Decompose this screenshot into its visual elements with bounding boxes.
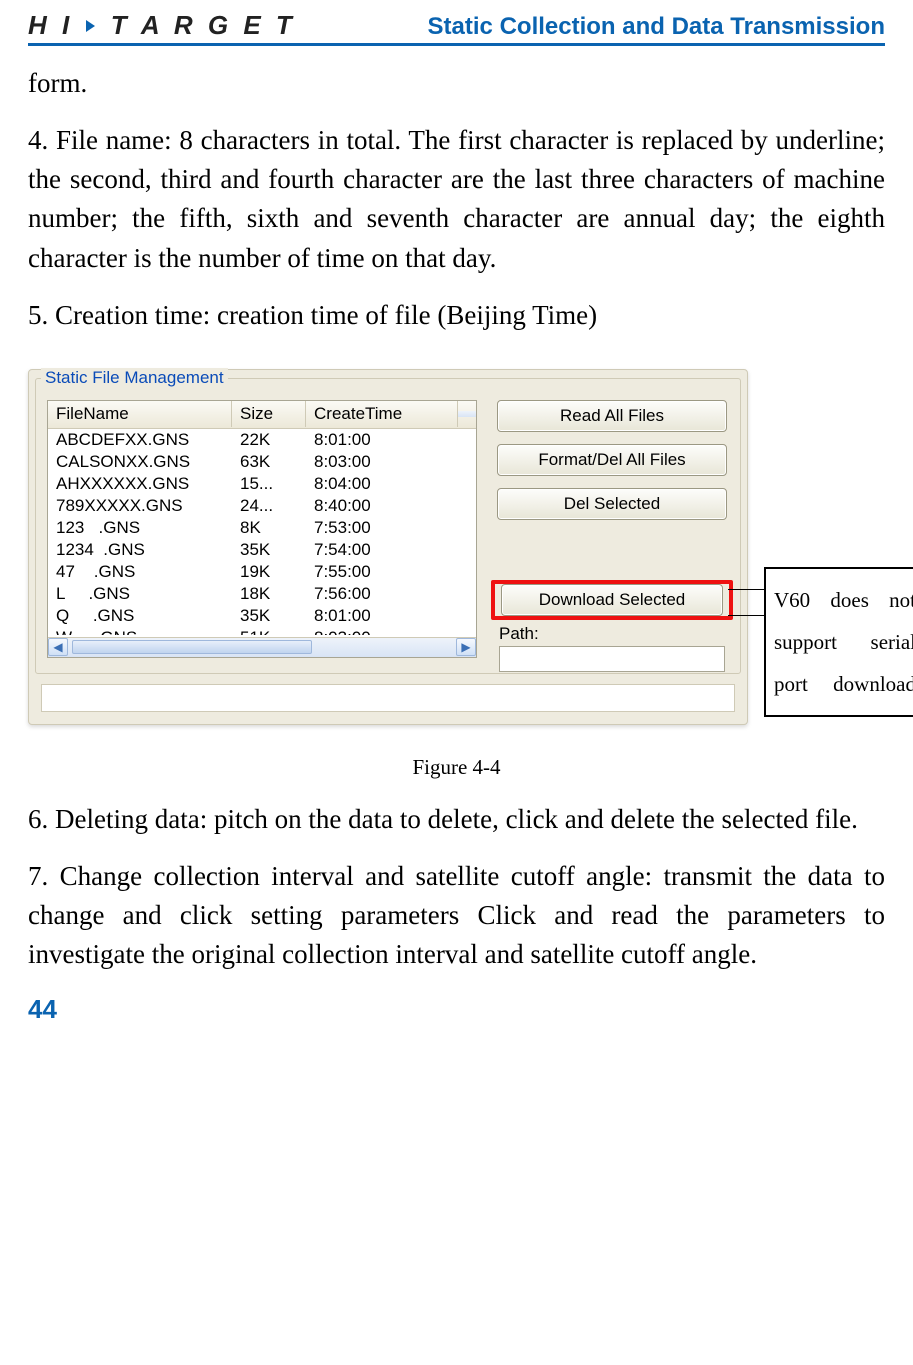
table-row[interactable]: CALSONXX.GNS63K8:03:00 (48, 451, 476, 473)
cell-filename: 123 .GNS (48, 517, 232, 539)
col-filename[interactable]: FileName (48, 401, 232, 427)
cell-filename: AHXXXXXX.GNS (48, 473, 232, 495)
horizontal-scrollbar[interactable]: ◀ ▶ (48, 637, 476, 657)
callout-line-bottom (728, 615, 766, 616)
scroll-right-icon[interactable]: ▶ (456, 638, 476, 656)
cell-time: 8:04:00 (306, 473, 476, 495)
cell-filename: L .GNS (48, 583, 232, 605)
annotation-callout: V60 does not support serial port downloa… (764, 567, 913, 717)
table-row[interactable]: AHXXXXXX.GNS15...8:04:00 (48, 473, 476, 495)
brand-logo: H I T A R G E T (28, 10, 296, 41)
scroll-header-spacer (458, 411, 476, 417)
cell-time: 8:01:00 (306, 429, 476, 451)
cell-time: 7:56:00 (306, 583, 476, 605)
paragraph-file-name: 4. File name: 8 characters in total. The… (28, 121, 885, 278)
del-selected-button[interactable]: Del Selected (497, 488, 727, 520)
paragraph-delete: 6. Deleting data: pitch on the data to d… (28, 800, 885, 839)
table-row[interactable]: L .GNS18K7:56:00 (48, 583, 476, 605)
format-del-all-button[interactable]: Format/Del All Files (497, 444, 727, 476)
download-selected-highlight: Download Selected (491, 580, 733, 620)
col-createtime[interactable]: CreateTime (306, 401, 458, 427)
logo-left: H I (28, 10, 73, 40)
cell-time: 8:03:00 (306, 627, 476, 635)
table-row[interactable]: 1234 .GNS35K7:54:00 (48, 539, 476, 561)
page-number: 44 (28, 994, 885, 1025)
paragraph-interval: 7. Change collection interval and satell… (28, 857, 885, 974)
cell-filename: W .GNS (48, 627, 232, 635)
read-all-files-button[interactable]: Read All Files (497, 400, 727, 432)
cell-time: 7:55:00 (306, 561, 476, 583)
cell-size: 15... (232, 473, 306, 495)
table-row[interactable]: 123 .GNS8K7:53:00 (48, 517, 476, 539)
table-row[interactable]: 47 .GNS19K7:55:00 (48, 561, 476, 583)
callout-line-top (728, 589, 766, 590)
table-row[interactable]: Q .GNS35K8:01:00 (48, 605, 476, 627)
dialog-buttons: Read All Files Format/Del All Files Del … (497, 400, 727, 532)
path-input[interactable] (499, 646, 725, 672)
paragraph-form: form. (28, 64, 885, 103)
cell-size: 19K (232, 561, 306, 583)
table-row[interactable]: ABCDEFXX.GNS22K8:01:00 (48, 429, 476, 451)
table-row[interactable]: 789XXXXX.GNS24...8:40:00 (48, 495, 476, 517)
cell-filename: Q .GNS (48, 605, 232, 627)
cell-filename: CALSONXX.GNS (48, 451, 232, 473)
paragraph-creation-time: 5. Creation time: creation time of file … (28, 296, 885, 335)
table-header: FileName Size CreateTime (48, 401, 476, 429)
scroll-thumb[interactable] (72, 640, 312, 654)
path-label: Path: (499, 624, 539, 644)
page-header: H I T A R G E T Static Collection and Da… (28, 0, 885, 46)
cell-size: 22K (232, 429, 306, 451)
header-title: Static Collection and Data Transmission (428, 13, 885, 41)
cell-filename: 789XXXXX.GNS (48, 495, 232, 517)
col-size[interactable]: Size (232, 401, 306, 427)
scroll-track[interactable] (68, 640, 456, 654)
cell-size: 8K (232, 517, 306, 539)
cell-filename: 47 .GNS (48, 561, 232, 583)
cell-size: 63K (232, 451, 306, 473)
cell-filename: ABCDEFXX.GNS (48, 429, 232, 451)
cell-time: 8:03:00 (306, 451, 476, 473)
cell-size: 35K (232, 539, 306, 561)
logo-right: T A R G E T (111, 10, 296, 40)
scroll-left-icon[interactable]: ◀ (48, 638, 68, 656)
status-bar (41, 684, 735, 712)
cell-size: 51K (232, 627, 306, 635)
table-row[interactable]: W .GNS51K8:03:00 (48, 627, 476, 635)
file-table[interactable]: FileName Size CreateTime ABCDEFXX.GNS22K… (47, 400, 477, 658)
static-file-dialog: Static File Management FileName Size Cre… (28, 369, 748, 725)
cell-time: 7:54:00 (306, 539, 476, 561)
download-selected-button[interactable]: Download Selected (501, 584, 723, 616)
group-label: Static File Management (41, 368, 228, 388)
cell-size: 24... (232, 495, 306, 517)
cell-filename: 1234 .GNS (48, 539, 232, 561)
cell-time: 8:01:00 (306, 605, 476, 627)
cell-time: 7:53:00 (306, 517, 476, 539)
figure-wrap: Static File Management FileName Size Cre… (28, 369, 885, 749)
triangle-icon (86, 20, 95, 32)
cell-size: 35K (232, 605, 306, 627)
figure-caption: Figure 4-4 (28, 755, 885, 780)
cell-size: 18K (232, 583, 306, 605)
table-body[interactable]: ABCDEFXX.GNS22K8:01:00CALSONXX.GNS63K8:0… (48, 429, 476, 635)
cell-time: 8:40:00 (306, 495, 476, 517)
